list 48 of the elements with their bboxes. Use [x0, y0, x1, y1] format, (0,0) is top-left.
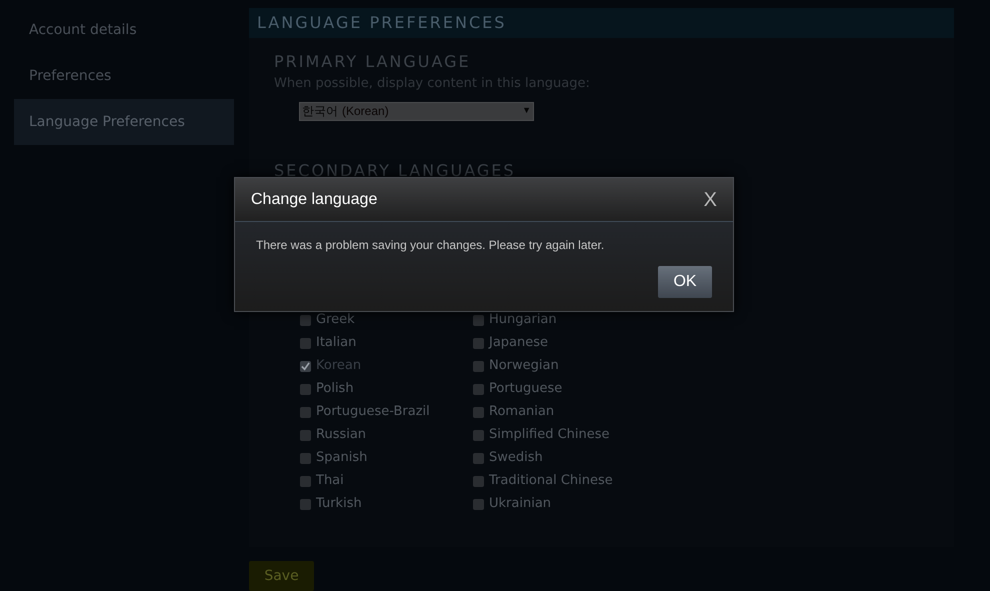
sidebar-item[interactable]: Account details — [14, 7, 234, 53]
checkbox[interactable] — [473, 384, 484, 394]
checkbox[interactable] — [473, 338, 484, 348]
sidebar-item[interactable]: Preferences — [14, 53, 234, 99]
checkbox-label: Thai — [316, 472, 344, 490]
checkbox-label: Swedish — [489, 449, 543, 468]
dialog-message: There was a problem saving your changes. Please try again later. — [256, 237, 604, 254]
checkbox[interactable] — [473, 452, 484, 464]
checkbox-label: Traditional Chinese — [489, 472, 613, 490]
section-heading: SECONDARY LANGUAGES — [274, 160, 516, 182]
checkbox-label: Simplified Chinese — [489, 426, 610, 444]
checkbox-label: Japanese — [489, 334, 548, 352]
checkbox-label: Greek — [316, 311, 355, 330]
checkbox[interactable] — [473, 476, 484, 486]
close-button[interactable]: X — [704, 190, 717, 210]
checkbox[interactable] — [473, 406, 484, 418]
checkbox-label: Norwegian — [489, 357, 559, 376]
checkbox-label: Portuguese-Brazil — [316, 403, 430, 422]
checkbox-label: Spanish — [316, 449, 368, 468]
sidebar-item[interactable]: Language Preferences — [14, 99, 234, 145]
checkbox[interactable] — [300, 498, 311, 510]
checkbox[interactable] — [300, 476, 311, 486]
checkbox-label: Polish — [316, 380, 354, 398]
checkbox[interactable] — [300, 314, 311, 326]
checkbox[interactable] — [300, 430, 311, 440]
language-select[interactable]: 한국어 (Korean) ▼ — [299, 102, 534, 120]
checkbox-label: Ukrainian — [489, 495, 552, 514]
checkbox[interactable] — [300, 384, 311, 394]
checkbox[interactable] — [300, 406, 311, 418]
checkbox[interactable] — [300, 452, 311, 464]
section-heading: PRIMARY LANGUAGE — [274, 51, 471, 73]
checkbox-label: Portuguese — [489, 380, 562, 398]
checkbox[interactable] — [473, 360, 484, 372]
checkbox[interactable] — [473, 314, 484, 326]
checkbox-label: Italian — [316, 334, 356, 352]
ok-button[interactable]: OK — [658, 266, 712, 298]
checkbox[interactable] — [300, 338, 311, 348]
checkbox-label: Romanian — [489, 403, 554, 422]
checkbox-label: Russian — [316, 426, 366, 444]
checkbox-label: Korean — [316, 357, 362, 376]
checkbox[interactable] — [473, 498, 484, 510]
checkbox-label: Turkish — [316, 495, 362, 514]
checkmark-icon — [301, 362, 310, 370]
section-header: LANGUAGE PREFERENCES — [249, 8, 954, 38]
dialog-title: Change language — [251, 190, 378, 210]
checkbox-label: Hungarian — [489, 311, 557, 330]
save-button[interactable]: Save — [249, 561, 314, 591]
checkbox[interactable] — [473, 430, 484, 440]
